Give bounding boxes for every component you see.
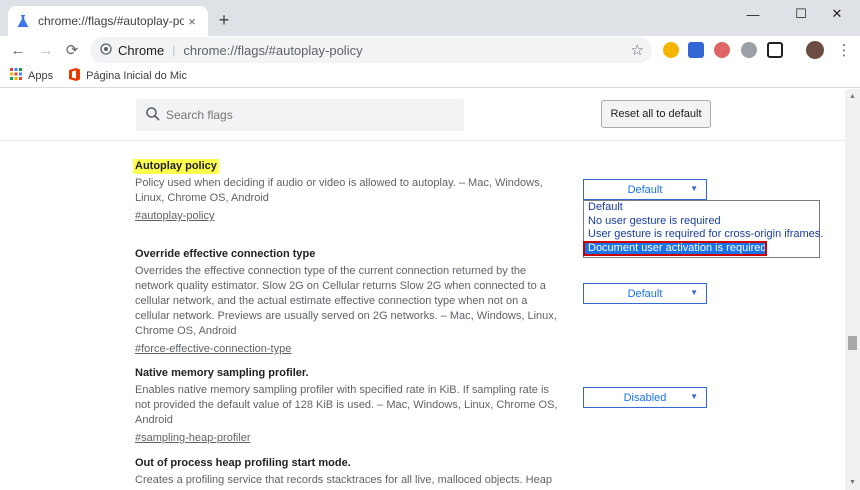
omnibox-site-label: Chrome xyxy=(118,42,165,58)
bookmarks-bar: Apps Página Inicial do Mic xyxy=(0,64,860,88)
bookmark-apps-label: Apps xyxy=(28,69,54,82)
scroll-up-arrow-icon[interactable]: ▲ xyxy=(845,89,860,104)
flags-page: Reset all to default Autoplay policy Pol… xyxy=(0,89,845,490)
reset-all-button[interactable]: Reset all to default xyxy=(601,100,711,128)
search-icon xyxy=(146,106,160,124)
reload-button[interactable]: ⟳ xyxy=(60,38,84,62)
select-value: Disabled xyxy=(623,391,667,404)
bookmark-apps[interactable]: Apps xyxy=(10,68,53,83)
bookmark-office[interactable]: Página Inicial do Mic xyxy=(69,67,187,84)
autoplay-policy-dropdown: Default No user gesture is required User… xyxy=(583,200,823,258)
extension-1-icon[interactable] xyxy=(663,42,679,58)
new-tab-button[interactable]: + xyxy=(214,10,234,30)
apps-grid-icon xyxy=(10,68,22,83)
dropdown-option-selected[interactable]: Document user activation is required. xyxy=(583,240,770,256)
flag-heap-profiling-mode: Out of process heap profiling start mode… xyxy=(135,456,565,488)
flag-title: Out of process heap profiling start mode… xyxy=(135,457,351,469)
flag-description: Enables native memory sampling profiler … xyxy=(135,384,558,426)
flag-title: Native memory sampling profiler. xyxy=(135,367,309,379)
omnibox-separator: | xyxy=(172,43,176,57)
search-box[interactable] xyxy=(136,99,464,131)
back-button[interactable]: ← xyxy=(6,38,30,62)
vertical-scrollbar[interactable]: ▲ ▼ xyxy=(845,89,860,490)
select-value: Default xyxy=(627,287,663,300)
flag-link[interactable]: #force-effective-connection-type xyxy=(135,342,291,357)
dropdown-option[interactable]: Default xyxy=(584,201,819,215)
flag-autoplay-policy: Autoplay policy Policy used when decidin… xyxy=(133,158,565,224)
extension-4-icon[interactable] xyxy=(741,42,757,58)
forward-button[interactable]: → xyxy=(34,38,58,62)
chrome-secure-icon xyxy=(100,42,112,58)
flag-title: Autoplay policy xyxy=(133,159,219,174)
select-value: Default xyxy=(627,183,663,196)
chevron-down-icon: ▼ xyxy=(690,288,698,297)
profile-avatar[interactable] xyxy=(806,41,824,59)
connection-type-select[interactable]: Default ▼ xyxy=(583,283,707,304)
browser-toolbar: ← → ⟳ Chrome | chrome://flags/#autoplay-… xyxy=(0,36,860,64)
office-icon xyxy=(69,67,81,84)
flag-description: Creates a profiling service that records… xyxy=(135,474,552,486)
dropdown-option[interactable]: User gesture is required for cross-origi… xyxy=(584,228,823,242)
flag-sampling-heap-profiler: Native memory sampling profiler. Enables… xyxy=(135,366,565,446)
omnibox-url[interactable]: chrome://flags/#autoplay-policy xyxy=(183,43,362,58)
tab-strip: chrome://flags/#autoplay-policy × + — ☐ … xyxy=(0,0,860,36)
cast-icon[interactable] xyxy=(767,42,783,58)
extension-2-icon[interactable] xyxy=(688,42,704,58)
flags-header: Reset all to default xyxy=(0,89,845,141)
minimize-button[interactable]: — xyxy=(730,0,776,28)
flag-description: Policy used when deciding if audio or vi… xyxy=(135,177,543,204)
close-window-button[interactable]: ✕ xyxy=(814,0,860,28)
omnibox[interactable]: Chrome | chrome://flags/#autoplay-policy… xyxy=(90,37,652,63)
tab-title: chrome://flags/#autoplay-policy xyxy=(38,14,184,28)
chrome-menu-button[interactable]: ⋮ xyxy=(832,38,856,62)
flag-link[interactable]: #sampling-heap-profiler xyxy=(135,431,251,446)
flag-description: Overrides the effective connection type … xyxy=(135,265,557,337)
scrollbar-thumb[interactable] xyxy=(848,336,857,350)
flag-title: Override effective connection type xyxy=(135,248,316,260)
flag-connection-type: Override effective connection type Overr… xyxy=(135,247,565,357)
bookmark-office-label: Página Inicial do Mic xyxy=(86,69,187,82)
tab-close-icon[interactable]: × xyxy=(184,13,200,29)
chevron-down-icon: ▼ xyxy=(690,392,698,401)
chevron-down-icon: ▼ xyxy=(690,184,698,193)
autoplay-policy-select[interactable]: Default ▼ xyxy=(583,179,707,200)
search-flags-input[interactable] xyxy=(166,108,446,122)
flag-link[interactable]: #autoplay-policy xyxy=(135,209,215,224)
extension-3-icon[interactable] xyxy=(714,42,730,58)
tab-flags[interactable]: chrome://flags/#autoplay-policy × xyxy=(8,6,208,36)
dropdown-option[interactable]: No user gesture is required xyxy=(584,215,819,229)
sampling-profiler-select[interactable]: Disabled ▼ xyxy=(583,387,707,408)
flask-icon xyxy=(16,14,30,28)
scroll-down-arrow-icon[interactable]: ▼ xyxy=(845,475,860,490)
bookmark-star-icon[interactable]: ☆ xyxy=(631,41,644,59)
